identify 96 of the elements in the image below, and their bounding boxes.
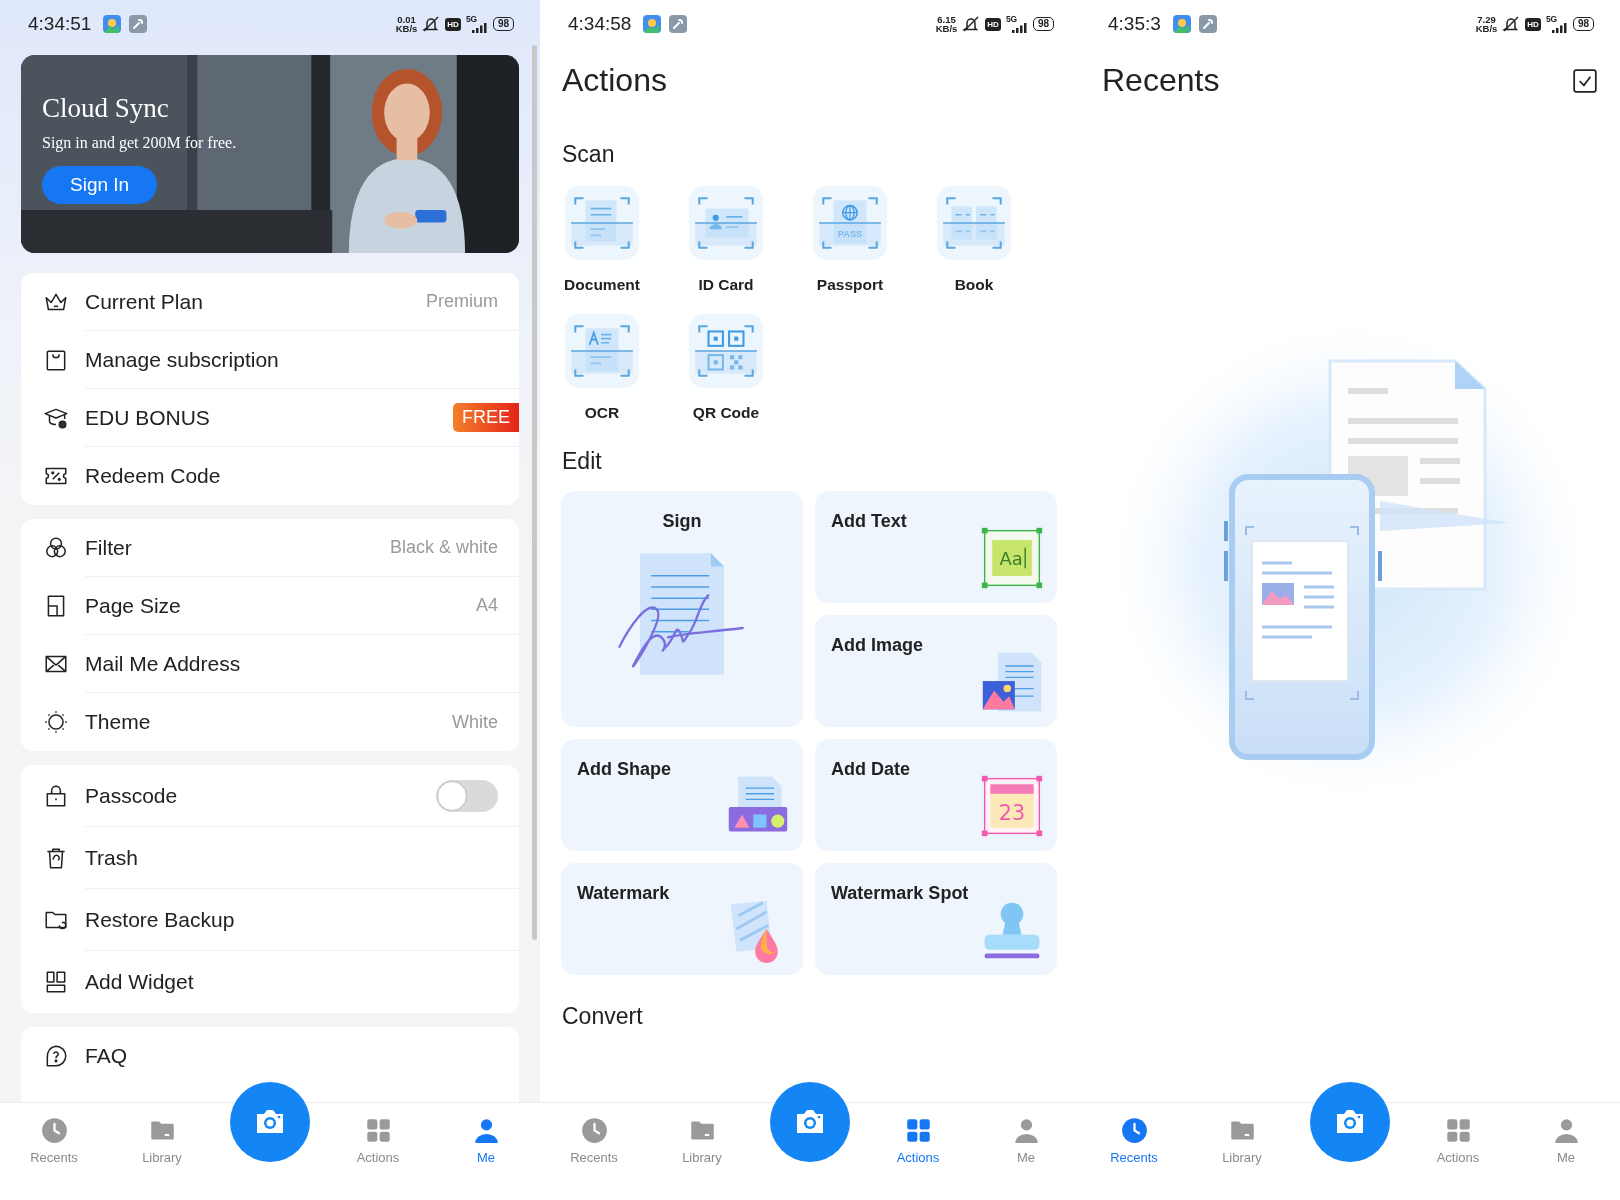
grid-icon [904, 1117, 932, 1144]
nav-tab[interactable]: Actions [1404, 1103, 1512, 1165]
grid-icon [1444, 1117, 1472, 1144]
nav-tab[interactable]: Recents [1080, 1103, 1188, 1165]
muted-bell-icon [1502, 15, 1521, 33]
edit-tool-card[interactable]: Sign [561, 491, 803, 727]
wrench-icon [129, 15, 148, 33]
clock-icon [1120, 1117, 1148, 1144]
person-icon [1552, 1117, 1580, 1144]
battery-indicator: 98 [492, 17, 514, 31]
network-type: 5G [1545, 15, 1558, 23]
setting-label[interactable]: Trash [85, 845, 498, 870]
setting-label[interactable]: Redeem Code [85, 464, 498, 488]
setting-value: Premium [426, 291, 498, 312]
section-heading: Convert [561, 1003, 644, 1030]
network-speed: 6.15 [937, 15, 956, 24]
banner-title: Cloud Sync [42, 93, 169, 124]
clock-icon [580, 1117, 608, 1144]
battery-indicator: 98 [1572, 17, 1594, 31]
section-heading: Scan [561, 141, 616, 168]
banner-subtitle: Sign in and get 200M for free. [42, 134, 237, 152]
setting-label[interactable]: Page Size [85, 593, 476, 618]
setting-label[interactable]: Restore Backup [85, 907, 498, 932]
wrench-icon [669, 15, 688, 33]
section-heading: Edit [561, 448, 603, 475]
person-icon [1012, 1117, 1040, 1144]
scan-option[interactable]: ID Card [664, 186, 788, 294]
nav-tab[interactable]: Recents [540, 1103, 648, 1165]
setting-label[interactable]: Add Widget [85, 970, 498, 994]
gallery-icon [643, 15, 662, 33]
muted-bell-icon [962, 15, 981, 33]
page-title: Recents [1101, 61, 1220, 99]
sun-icon [43, 709, 69, 735]
nav-tab[interactable]: Actions [864, 1103, 972, 1165]
setting-label[interactable]: Mail Me Address [85, 651, 498, 676]
page-title: Actions [561, 61, 668, 99]
book-scan-icon [937, 186, 1011, 260]
passport-scan-icon: PASS [813, 186, 887, 260]
nav-tab[interactable]: Actions [324, 1103, 432, 1165]
edit-tool-card[interactable]: Watermark Spot [815, 863, 1057, 975]
document-scan-icon [565, 186, 639, 260]
clock-icon [40, 1117, 68, 1144]
gallery-icon [1172, 15, 1191, 33]
nav-tab[interactable]: Library [108, 1103, 216, 1165]
clock-time: 4:34:51 [28, 13, 92, 35]
setting-label[interactable]: Theme [85, 710, 452, 734]
setting-value: Black & white [389, 537, 498, 558]
passcode-toggle[interactable] [436, 779, 498, 812]
setting-label[interactable]: EDU BONUS [85, 405, 453, 430]
scan-option[interactable]: QR Code [664, 314, 788, 422]
speed-unit: KB/s [1475, 24, 1498, 33]
scan-option[interactable]: OCR [540, 314, 664, 422]
qr-code-scan-icon [689, 314, 763, 388]
muted-bell-icon [422, 15, 441, 33]
setting-label[interactable]: Current Plan [85, 289, 426, 314]
nav-tab[interactable]: Library [648, 1103, 756, 1165]
hd-badge: HD [985, 17, 1001, 31]
grid-icon [364, 1117, 392, 1144]
clock-time: 4:34:58 [568, 13, 632, 35]
nav-tab[interactable]: Recents [0, 1103, 108, 1165]
nav-tab[interactable]: Me [972, 1103, 1080, 1165]
free-badge: FREE [453, 403, 519, 432]
clock-time: 4:35:3 [1108, 13, 1161, 35]
edit-tool-card[interactable]: Add Text Aa [815, 491, 1057, 603]
wrench-icon [1198, 15, 1217, 33]
network-speed: 0.01 [397, 15, 416, 24]
speed-unit: KB/s [935, 24, 958, 33]
battery-indicator: 98 [1032, 17, 1054, 31]
scan-option[interactable]: PASS Passport [788, 186, 912, 294]
nav-tab[interactable]: Me [432, 1103, 540, 1165]
hd-badge: HD [1525, 17, 1541, 31]
sign-in-button[interactable]: Sign In [42, 166, 158, 204]
select-checkbox-icon[interactable] [1572, 67, 1598, 94]
setting-label[interactable]: Manage subscription [85, 347, 498, 372]
setting-label[interactable]: Filter [85, 535, 390, 560]
hd-badge: HD [445, 17, 461, 31]
edit-tool-card[interactable]: Watermark [561, 863, 803, 975]
edit-tool-card[interactable]: Add Shape [561, 739, 803, 851]
scan-option[interactable]: Book [912, 186, 1036, 294]
person-icon [472, 1117, 500, 1144]
setting-label[interactable]: Passcode [85, 783, 436, 808]
network-type: 5G [1005, 15, 1018, 23]
scan-option[interactable]: Document [540, 186, 664, 294]
text-scan-icon [565, 314, 639, 388]
speed-unit: KB/s [395, 24, 418, 33]
edit-tool-card[interactable]: Add Image [815, 615, 1057, 727]
network-type: 5G [465, 15, 478, 23]
setting-label[interactable]: FAQ [85, 1044, 498, 1068]
gallery-icon [103, 15, 122, 33]
network-speed: 7.29 [1477, 15, 1496, 24]
edit-tool-card[interactable]: Add Date 23 [815, 739, 1057, 851]
setting-value: White [452, 711, 498, 733]
setting-value: A4 [475, 595, 498, 616]
nav-tab[interactable]: Library [1188, 1103, 1296, 1165]
nav-tab[interactable]: Me [1512, 1103, 1620, 1165]
id-card-scan-icon [689, 186, 763, 260]
